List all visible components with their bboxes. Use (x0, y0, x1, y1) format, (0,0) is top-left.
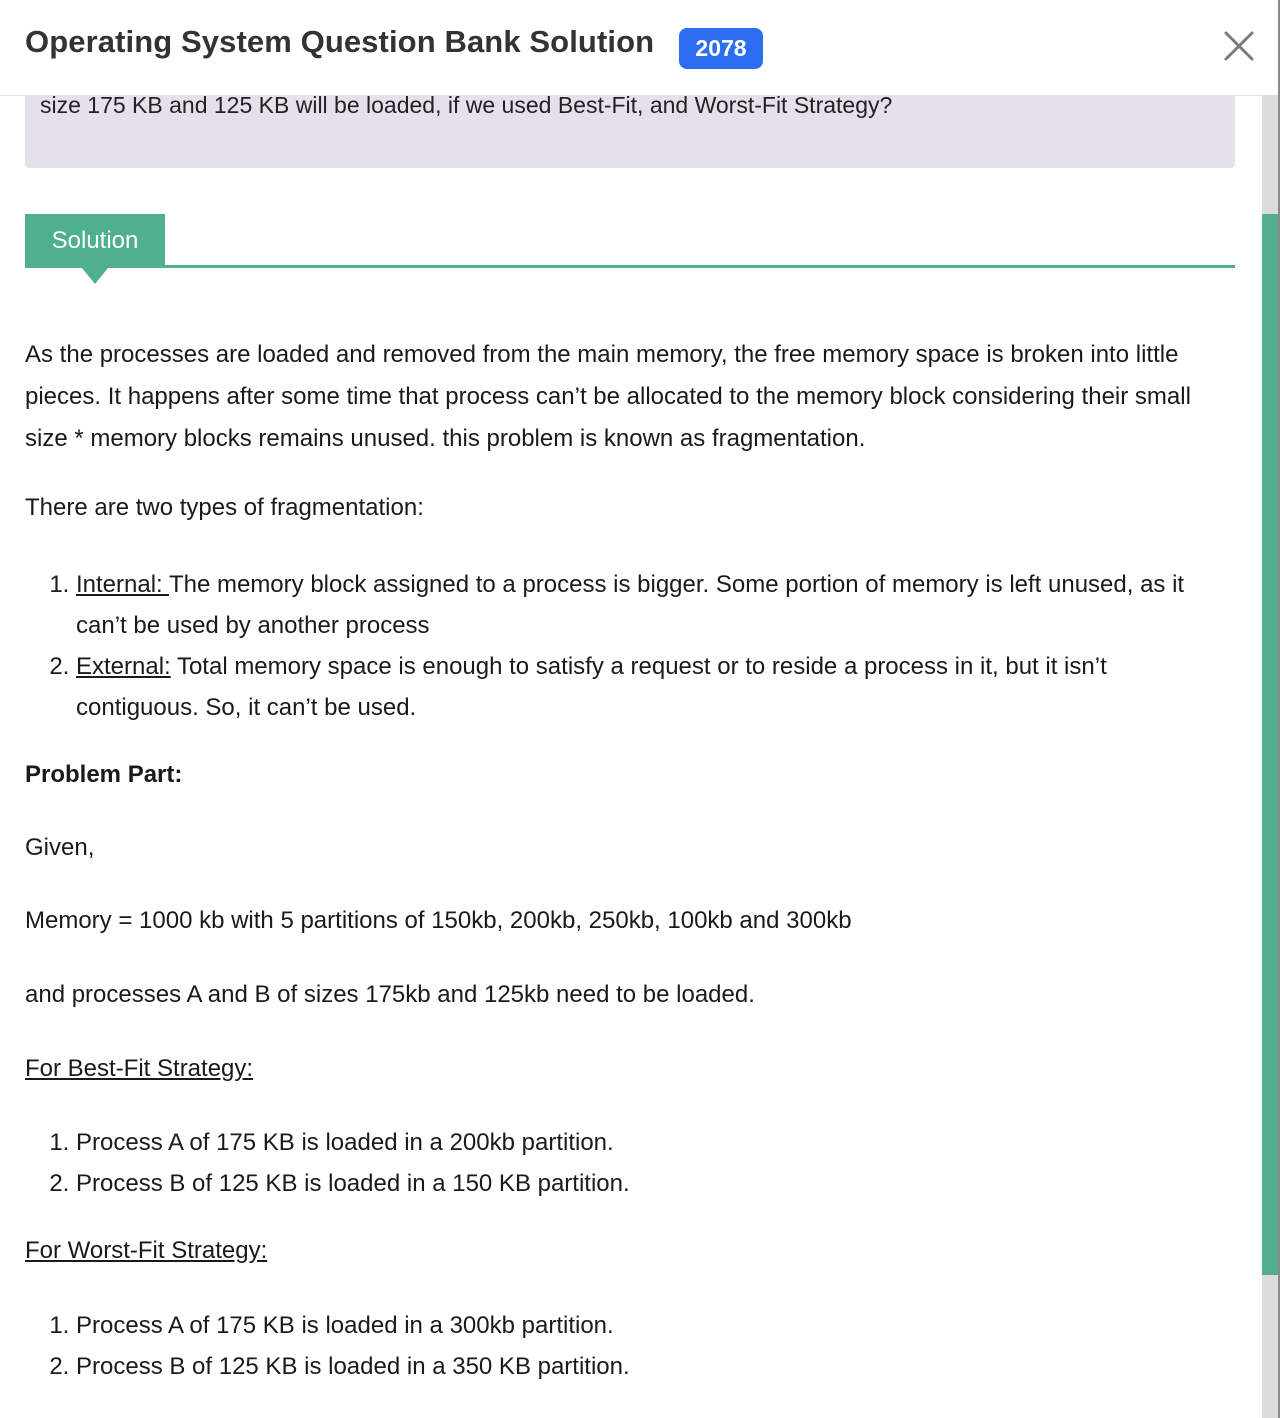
type-term-external: External: (76, 653, 171, 680)
types-heading: There are two types of fragmentation: (25, 494, 424, 521)
list-item: Process A of 175 KB is loaded in a 200kb… (76, 1122, 1236, 1163)
fragmentation-types-list: Internal: The memory block assigned to a… (25, 564, 1236, 728)
solution-tab[interactable]: Solution (25, 214, 165, 268)
close-button[interactable] (1218, 25, 1260, 67)
year-badge: 2078 (679, 28, 763, 69)
worst-fit-list: Process A of 175 KB is loaded in a 300kb… (25, 1305, 1236, 1387)
solution-divider (165, 265, 1235, 268)
modal-body: size 175 KB and 125 KB will be loaded, i… (0, 0, 1262, 1418)
type-desc-internal: The memory block assigned to a process i… (76, 571, 1185, 639)
problem-heading: Problem Part: (25, 761, 183, 788)
list-item: Process B of 125 KB is loaded in a 350 K… (76, 1346, 1236, 1387)
memory-line: Memory = 1000 kb with 5 partitions of 15… (25, 907, 852, 934)
scrollbar-thumb[interactable] (1262, 214, 1278, 1275)
modal-title: Operating System Question Bank Solution (25, 24, 655, 59)
type-desc-external: Total memory space is enough to satisfy … (76, 653, 1107, 721)
modal-header: Operating System Question Bank Solution … (0, 0, 1262, 96)
processes-line: and processes A and B of sizes 175kb and… (25, 981, 755, 1008)
given-text: Given, (25, 834, 95, 861)
solution-tab-pointer (82, 268, 108, 284)
worst-fit-heading: For Worst-Fit Strategy: (25, 1237, 268, 1264)
type-term-internal: Internal: (76, 571, 169, 598)
intro-paragraph: As the processes are loaded and removed … (25, 341, 1191, 452)
best-fit-list: Process A of 175 KB is loaded in a 200kb… (25, 1122, 1236, 1204)
list-item: Internal: The memory block assigned to a… (76, 564, 1236, 646)
best-fit-heading: For Best-Fit Strategy: (25, 1055, 254, 1082)
question-text: size 175 KB and 125 KB will be loaded, i… (40, 92, 893, 118)
list-item: Process B of 125 KB is loaded in a 150 K… (76, 1163, 1236, 1204)
list-item: External: Total memory space is enough t… (76, 646, 1236, 728)
close-icon (1224, 31, 1254, 61)
list-item: Process A of 175 KB is loaded in a 300kb… (76, 1305, 1236, 1346)
